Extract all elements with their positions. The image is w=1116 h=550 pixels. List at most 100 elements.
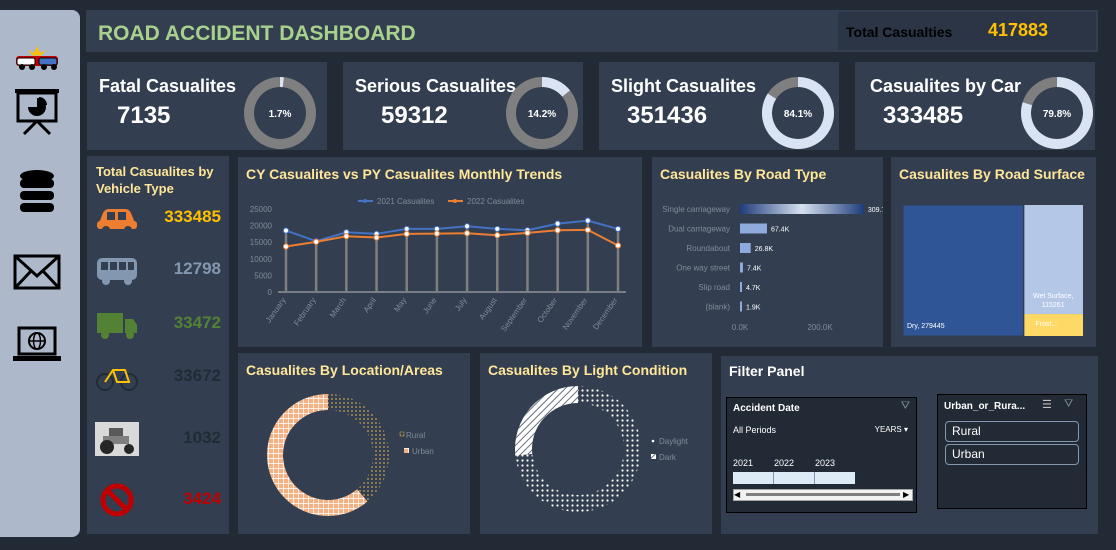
multi-select-icon[interactable]: ☰ xyxy=(1042,398,1052,411)
trend-title: CY Casualites vs PY Casualites Monthly T… xyxy=(246,166,563,182)
series-point xyxy=(463,223,471,230)
option-rural[interactable]: Rural xyxy=(945,421,1079,442)
x-tick-label: May xyxy=(392,296,408,314)
series-point xyxy=(614,242,622,249)
surface-label-dry: Dry, 279445 xyxy=(907,323,945,330)
road-type-label: One way street xyxy=(676,264,731,273)
vehicle-type-panel: Total Casualites by Vehicle Type 333485 … xyxy=(87,156,229,534)
road-type-bar xyxy=(740,282,742,292)
option-urban[interactable]: Urban xyxy=(945,444,1079,465)
sidebar xyxy=(0,10,80,537)
light-condition-panel: Casualites By Light Condition Daylight D… xyxy=(480,353,712,534)
kpi-donut: 84.1% xyxy=(762,77,834,149)
filter-panel: Filter Panel Accident Date ⛛ All Periods… xyxy=(721,356,1098,534)
y-tick-label: 5000 xyxy=(254,271,272,280)
legend-daylight: Daylight xyxy=(659,437,689,446)
road-type-label: Dual carriageway xyxy=(668,225,730,234)
car-icon xyxy=(97,209,137,234)
y-tick-label: 15000 xyxy=(250,238,273,247)
series-point xyxy=(494,225,501,233)
y-tick-label: 10000 xyxy=(250,255,273,264)
series-point xyxy=(282,227,290,234)
x-tick-label: July xyxy=(453,296,469,313)
kpi-donut-label: 79.8% xyxy=(1043,109,1071,120)
series-point xyxy=(282,243,290,250)
kpi-donut: 1.7% xyxy=(244,77,316,149)
kpi-value: 333485 xyxy=(883,102,964,129)
road-type-value: 67.4K xyxy=(771,227,790,234)
road-type-bar xyxy=(740,204,864,214)
scroll-right-icon[interactable]: ▶ xyxy=(903,490,912,500)
laptop-globe-icon[interactable] xyxy=(12,322,62,372)
scroll-left-icon[interactable]: ◀ xyxy=(734,490,743,500)
vehicle-value: 3424 xyxy=(183,489,221,508)
kpi-donut-label: 14.2% xyxy=(528,109,556,120)
x-tick-label: March xyxy=(328,296,348,319)
road-surface-treemap: Dry, 279445 Wet Surface, 115261 Frost... xyxy=(902,204,1083,337)
date-slicer-header: Accident Date xyxy=(733,403,800,414)
series-point xyxy=(403,225,410,233)
road-type-panel: Casualites By Road Type Single carriagew… xyxy=(652,157,883,347)
time-level-dropdown[interactable]: YEARS ▾ xyxy=(875,425,908,434)
x-tick-label: April xyxy=(362,296,379,314)
x-tick-label: October xyxy=(536,296,560,325)
vehicle-row-car: 333485 xyxy=(87,199,229,239)
x-tick-label: November xyxy=(561,296,590,332)
year-bar-2022[interactable] xyxy=(774,472,815,484)
series-point xyxy=(554,220,561,227)
year-bar-2023[interactable] xyxy=(815,472,855,484)
vehicle-row-truck: 33472 xyxy=(87,305,229,345)
series-point xyxy=(463,230,471,237)
x-tick-label: January xyxy=(264,296,288,324)
presentation-board-icon[interactable] xyxy=(12,86,62,136)
year-label-2022: 2022 xyxy=(774,458,795,468)
y-tick-label: 0 xyxy=(268,288,273,297)
kpi-label: Casualites by Car xyxy=(870,76,1022,96)
clear-filter-icon[interactable]: ⛛ xyxy=(901,400,910,413)
mail-icon[interactable] xyxy=(12,248,62,298)
series-point xyxy=(313,238,320,245)
road-type-value: 309.7K xyxy=(868,207,883,214)
bicycle-icon xyxy=(96,369,138,391)
kpi-value: 7135 xyxy=(117,102,171,129)
kpi-label: Serious Casualites xyxy=(355,76,517,96)
timeline-scrollbar[interactable]: ◀ ▶ xyxy=(733,489,913,501)
series-point xyxy=(584,217,591,224)
kpi-card-fatal: Fatal Casualites 7135 1.7% xyxy=(87,62,327,150)
series-point xyxy=(403,230,410,238)
series-point xyxy=(614,225,622,233)
tractor-icon xyxy=(95,422,139,456)
vehicle-value: 333485 xyxy=(164,207,221,226)
location-panel: Casualites By Location/Areas Rural Urban xyxy=(238,353,470,534)
date-range-label: All Periods xyxy=(733,425,777,435)
urban-rural-slicer[interactable]: Urban_or_Rura... ☰ ⛛ Rural Urban xyxy=(937,394,1087,509)
kpi-value: 351436 xyxy=(627,102,708,129)
surface-tile-dry xyxy=(902,204,1024,337)
year-label-2021: 2021 xyxy=(733,458,754,468)
surface-label-wet: Wet Surface, xyxy=(1033,293,1073,300)
cars-crash-icon[interactable] xyxy=(12,28,62,78)
vehicle-value: 1032 xyxy=(183,428,221,447)
series-point xyxy=(554,227,561,234)
truck-icon xyxy=(97,313,137,339)
kpi-label: Fatal Casualites xyxy=(99,76,237,96)
area-slicer-header: Urban_or_Rura... xyxy=(944,401,1026,412)
kpi-card-serious: Serious Casualites 59312 14.2% xyxy=(343,62,583,150)
no-entry-icon xyxy=(100,483,134,517)
y-tick-label: 20000 xyxy=(250,222,273,231)
x-tick-label: June xyxy=(421,296,439,316)
kpi-label: Slight Casualites xyxy=(611,76,757,96)
year-bar-2021[interactable] xyxy=(733,472,774,484)
scroll-thumb[interactable] xyxy=(746,493,900,496)
vehicle-panel-title: Total Casualites by Vehicle Type xyxy=(96,164,214,196)
database-icon[interactable] xyxy=(12,166,62,216)
road-type-chart: Single carriageway 309.7K Dual carriageway… xyxy=(662,204,883,332)
monthly-trend-panel: CY Casualites vs PY Casualites Monthly T… xyxy=(238,157,642,347)
clear-filter-icon[interactable]: ⛛ xyxy=(1064,398,1073,411)
accident-date-slicer[interactable]: Accident Date ⛛ All Periods YEARS ▾ 2021… xyxy=(726,397,917,513)
light-donut: Daylight Dark xyxy=(515,386,689,512)
kpi-donut-label: 1.7% xyxy=(269,109,292,120)
x-tick-label: December xyxy=(591,296,620,332)
year-label-2023: 2023 xyxy=(815,458,836,468)
location-donut: Rural Urban xyxy=(266,394,434,516)
